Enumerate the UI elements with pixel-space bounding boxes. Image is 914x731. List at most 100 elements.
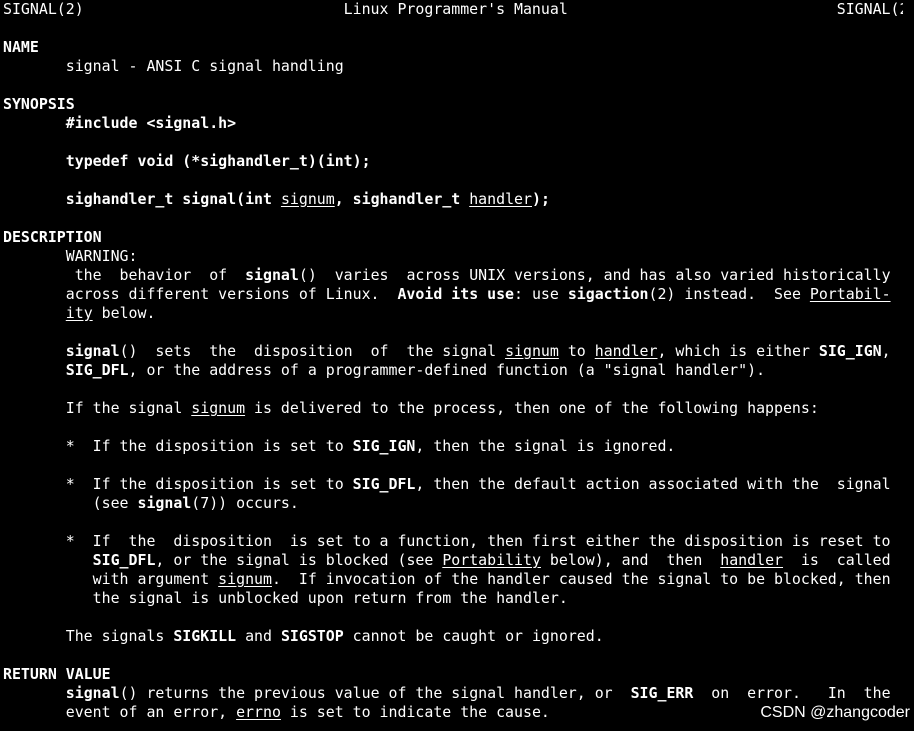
plain-text: across different versions of Linux. bbox=[3, 285, 398, 303]
plain-text: the behavior of bbox=[3, 266, 246, 284]
plain-text: () returns the previous value of the sig… bbox=[119, 684, 631, 702]
plain-text: , which is either bbox=[657, 342, 819, 360]
underlined-argument: ity bbox=[65, 304, 93, 322]
bold-term: sigaction bbox=[567, 285, 649, 303]
underlined-argument: Portability bbox=[442, 551, 541, 569]
plain-text: event of an error, bbox=[3, 703, 237, 721]
text-line: (see signal(7)) occurs. bbox=[3, 494, 903, 513]
bold-term: signal bbox=[245, 266, 299, 284]
section-heading: RETURN VALUE bbox=[3, 665, 903, 684]
csdn-watermark: CSDN @zhangcoder bbox=[760, 704, 910, 721]
underlined-argument: handler bbox=[720, 551, 784, 569]
text-line: ity below. bbox=[3, 304, 903, 323]
bold-term: #include <signal.h> bbox=[65, 114, 237, 132]
bold-term: sighandler_t signal(int bbox=[65, 190, 281, 208]
plain-text: is set to indicate the cause. bbox=[280, 703, 550, 721]
plain-text: () sets the disposition of the signal bbox=[119, 342, 506, 360]
text-line: * If the disposition is set to SIG_IGN, … bbox=[3, 437, 903, 456]
bold-term: SIG_ERR bbox=[630, 684, 694, 702]
plain-text: (7)) occurs. bbox=[191, 494, 299, 512]
section-heading: DESCRIPTION bbox=[3, 228, 903, 247]
text-line: sighandler_t signal(int signum, sighandl… bbox=[3, 190, 903, 209]
plain-text: , bbox=[881, 342, 891, 360]
plain-text: , then the default action associated wit… bbox=[415, 475, 891, 493]
bold-term: Avoid its use bbox=[397, 285, 515, 303]
text-line: the behavior of signal() varies across U… bbox=[3, 266, 903, 285]
text-line: The signals SIGKILL and SIGSTOP cannot b… bbox=[3, 627, 903, 646]
plain-text bbox=[3, 190, 66, 208]
plain-text bbox=[3, 551, 93, 569]
plain-text: * If the disposition is set to bbox=[3, 475, 353, 493]
plain-text: (see bbox=[3, 494, 138, 512]
plain-text bbox=[3, 152, 66, 170]
bold-term: signal bbox=[65, 684, 120, 702]
plain-text: below. bbox=[92, 304, 156, 322]
bold-term: NAME bbox=[3, 38, 39, 56]
plain-text: . If invocation of the handler caused th… bbox=[271, 570, 891, 588]
bold-term: signal bbox=[65, 342, 120, 360]
bold-term: RETURN VALUE bbox=[3, 665, 111, 683]
man-page-terminal: SIGNAL(2) Linux Programmer's Manual SIGN… bbox=[3, 0, 903, 722]
plain-text: is called bbox=[783, 551, 891, 569]
plain-text bbox=[3, 684, 66, 702]
plain-text: , or the signal is blocked (see bbox=[155, 551, 443, 569]
plain-text: SIGNAL(2) Linux Programmer's Manual SIGN… bbox=[3, 0, 903, 18]
plain-text: with argument bbox=[3, 570, 219, 588]
plain-text: below), and then bbox=[540, 551, 721, 569]
plain-text bbox=[3, 361, 66, 379]
underlined-argument: signum bbox=[191, 399, 246, 417]
plain-text: * If the disposition is set to bbox=[3, 437, 353, 455]
text-line: * If the disposition is set to a functio… bbox=[3, 532, 903, 551]
text-line: signal() returns the previous value of t… bbox=[3, 684, 903, 703]
plain-text: WARNING: bbox=[3, 247, 138, 265]
text-line: signal() sets the disposition of the sig… bbox=[3, 342, 903, 361]
bold-term: SIG_DFL bbox=[352, 475, 416, 493]
bold-term: signal bbox=[137, 494, 192, 512]
plain-text: and bbox=[236, 627, 281, 645]
plain-text: () varies across UNIX versions, and has … bbox=[298, 266, 891, 284]
section-heading: NAME bbox=[3, 38, 903, 57]
plain-text: signal - ANSI C signal handling bbox=[3, 57, 344, 75]
plain-text: , then the signal is ignored. bbox=[415, 437, 676, 455]
plain-text: (2) instead. See bbox=[648, 285, 810, 303]
plain-text: cannot be caught or ignored. bbox=[343, 627, 604, 645]
man-header-line: SIGNAL(2) Linux Programmer's Manual SIGN… bbox=[3, 0, 903, 19]
text-line: with argument signum. If invocation of t… bbox=[3, 570, 903, 589]
underlined-argument: handler bbox=[594, 342, 658, 360]
text-line: the signal is unblocked upon return from… bbox=[3, 589, 903, 608]
plain-text bbox=[3, 342, 66, 360]
text-line: * If the disposition is set to SIG_DFL, … bbox=[3, 475, 903, 494]
section-heading: SYNOPSIS bbox=[3, 95, 903, 114]
bold-term: DESCRIPTION bbox=[3, 228, 102, 246]
plain-text: , or the address of a programmer-defined… bbox=[128, 361, 766, 379]
bold-term: SIG_DFL bbox=[65, 361, 129, 379]
bold-term: ); bbox=[531, 190, 550, 208]
underlined-argument: signum bbox=[218, 570, 272, 588]
underlined-argument: Portabil- bbox=[809, 285, 891, 303]
bold-term: SIG_IGN bbox=[352, 437, 416, 455]
text-line: WARNING: bbox=[3, 247, 903, 266]
bold-term: SIGKILL bbox=[173, 627, 237, 645]
text-line: If the signal signum is delivered to the… bbox=[3, 399, 903, 418]
bold-term: , sighandler_t bbox=[334, 190, 470, 208]
text-line: across different versions of Linux. Avoi… bbox=[3, 285, 903, 304]
text-line: signal - ANSI C signal handling bbox=[3, 57, 903, 76]
underlined-argument: signum bbox=[505, 342, 559, 360]
bold-term: SIGSTOP bbox=[280, 627, 344, 645]
text-line: typedef void (*sighandler_t)(int); bbox=[3, 152, 903, 171]
text-line: SIG_DFL, or the signal is blocked (see P… bbox=[3, 551, 903, 570]
text-line: #include <signal.h> bbox=[3, 114, 903, 133]
plain-text: : use bbox=[514, 285, 568, 303]
plain-text bbox=[3, 304, 66, 322]
